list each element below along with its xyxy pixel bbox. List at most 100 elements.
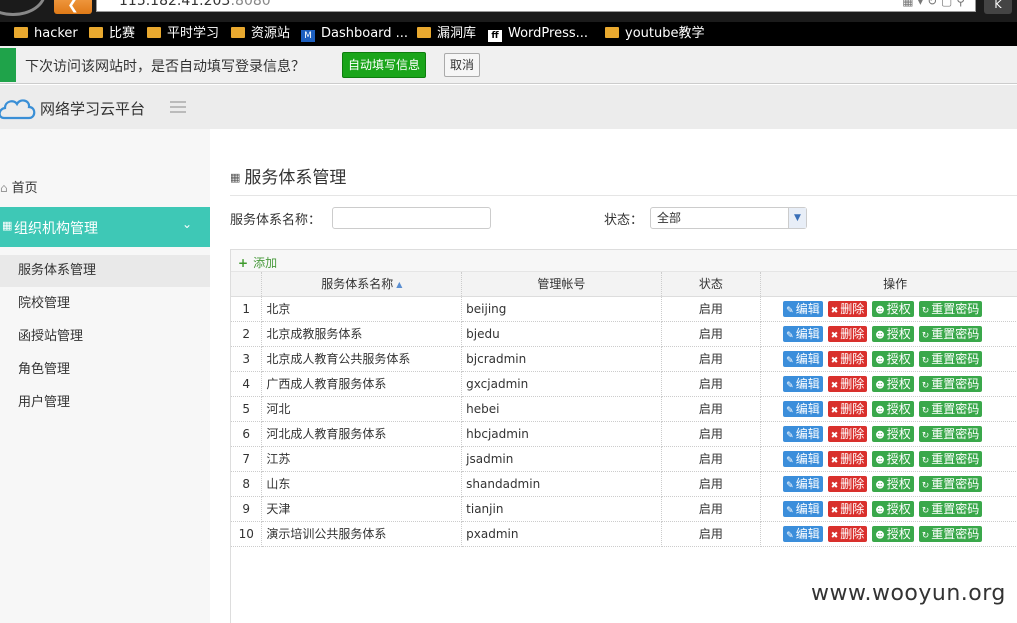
menu-toggle-icon[interactable] [170,101,186,116]
bookmark-label: 漏洞库 [437,26,477,41]
edit-button[interactable]: ✎ 编辑 [783,400,823,417]
cell-actions: ✎ 编辑 ✖ 删除 ☻ 授权 ↻ 重置密码 [760,396,1017,422]
button-label: 删除 [840,351,865,366]
cell-name: 北京 [261,296,463,322]
close-icon: ✖ [830,405,839,416]
site-favicon-icon: ff [488,30,502,42]
button-label: 重置密码 [931,426,980,441]
table-row[interactable]: 6 河北成人教育服务体系 hbcjadmin 启用 ✎ 编辑 ✖ 删除 ☻ 授权 ↻ 重置密码 [231,421,1017,447]
address-tools-icon[interactable]: ▦ ▾ ↻ ▢ ⚲ [902,0,965,8]
column-header-account[interactable]: 管理帐号 [461,272,662,297]
sidebar-item-home[interactable]: ⌂ 首页 [0,177,38,196]
edit-button[interactable]: ✎ 编辑 [783,375,823,392]
edit-button[interactable]: ✎ 编辑 [783,325,823,342]
authorize-button[interactable]: ☻ 授权 [872,450,914,467]
delete-button[interactable]: ✖ 删除 [827,500,868,517]
back-button[interactable]: ❮ [54,0,92,14]
sidebar-item-users[interactable]: 用户管理 [0,387,210,419]
pencil-icon: ✎ [786,530,794,541]
autofill-button[interactable]: 自动填写信息 [342,52,426,78]
delete-button[interactable]: ✖ 删除 [827,300,868,317]
cell-name: 北京成教服务体系 [261,321,463,347]
refresh-icon: ↻ [921,430,930,441]
reset-password-button[interactable]: ↻ 重置密码 [918,475,983,492]
table-row[interactable]: 9 天津 tianjin 启用 ✎ 编辑 ✖ 删除 ☻ 授权 ↻ 重置密码 [231,496,1017,522]
delete-button[interactable]: ✖ 删除 [827,475,868,492]
bookmark-item[interactable]: M Dashboard ... [301,26,408,42]
edit-button[interactable]: ✎ 编辑 [783,525,823,542]
address-bar[interactable]: 115.182.41.203:8080 ▦ ▾ ↻ ▢ ⚲ [96,0,976,12]
reset-password-button[interactable]: ↻ 重置密码 [918,450,983,467]
extension-icon[interactable]: K [984,0,1012,14]
cell-account: tianjin [461,496,662,522]
sidebar-item-roles[interactable]: 角色管理 [0,354,210,386]
button-label: 重置密码 [931,326,980,341]
table-row[interactable]: 10 演示培训公共服务体系 pxadmin 启用 ✎ 编辑 ✖ 删除 ☻ 授权 ↻ 重置密码 [231,521,1017,547]
filter-status-select[interactable]: 全部 ▼ [650,207,807,229]
delete-button[interactable]: ✖ 删除 [827,350,868,367]
cell-actions: ✎ 编辑 ✖ 删除 ☻ 授权 ↻ 重置密码 [760,371,1017,397]
reset-password-button[interactable]: ↻ 重置密码 [918,525,983,542]
add-button[interactable]: + 添加 [238,254,277,271]
user-icon: ☻ [875,505,885,516]
reset-password-button[interactable]: ↻ 重置密码 [918,500,983,517]
bookmark-item[interactable]: 比赛 [89,26,135,42]
delete-button[interactable]: ✖ 删除 [827,325,868,342]
cell-account: jsadmin [461,446,662,472]
filter-name-input[interactable] [332,207,491,229]
delete-button[interactable]: ✖ 删除 [827,425,868,442]
delete-button[interactable]: ✖ 删除 [827,525,868,542]
authorize-button[interactable]: ☻ 授权 [872,425,914,442]
column-header-name[interactable]: 服务体系名称 ▲ [261,272,463,297]
cancel-button[interactable]: 取消 [444,53,480,77]
bookmark-item[interactable]: ff WordPress... [488,26,588,42]
reset-password-button[interactable]: ↻ 重置密码 [918,425,983,442]
service-system-table: 服务体系名称 ▲ 管理帐号 状态 操作 1 北京 beijing 启用 ✎ 编辑 ✖ 删除 ☻ 授权… [231,272,1017,547]
table-row[interactable]: 3 北京成人教育公共服务体系 bjcradmin 启用 ✎ 编辑 ✖ 删除 ☻ 授权 ↻ 重置密码 [231,346,1017,372]
authorize-button[interactable]: ☻ 授权 [872,475,914,492]
sidebar-item-stations[interactable]: 函授站管理 [0,321,210,353]
bookmark-item[interactable]: 漏洞库 [417,26,476,42]
reset-password-button[interactable]: ↻ 重置密码 [918,300,983,317]
edit-button[interactable]: ✎ 编辑 [783,425,823,442]
edit-button[interactable]: ✎ 编辑 [783,450,823,467]
sidebar-item-colleges[interactable]: 院校管理 [0,288,210,320]
user-icon: ☻ [875,405,885,416]
button-label: 授权 [886,526,911,541]
reset-password-button[interactable]: ↻ 重置密码 [918,375,983,392]
edit-button[interactable]: ✎ 编辑 [783,350,823,367]
authorize-button[interactable]: ☻ 授权 [872,500,914,517]
close-icon: ✖ [830,480,839,491]
column-header-status[interactable]: 状态 [661,272,762,297]
edit-button[interactable]: ✎ 编辑 [783,500,823,517]
table-row[interactable]: 5 河北 hebei 启用 ✎ 编辑 ✖ 删除 ☻ 授权 ↻ 重置密码 [231,396,1017,422]
reset-password-button[interactable]: ↻ 重置密码 [918,350,983,367]
table-row[interactable]: 1 北京 beijing 启用 ✎ 编辑 ✖ 删除 ☻ 授权 ↻ 重置密码 [231,296,1017,322]
authorize-button[interactable]: ☻ 授权 [872,300,914,317]
refresh-icon: ↻ [921,305,930,316]
pencil-icon: ✎ [786,355,794,366]
sidebar-item-service-system[interactable]: 服务体系管理 [0,255,210,287]
sidebar-group-org[interactable]: ▦ 组织机构管理 ⌄ [0,207,210,247]
delete-button[interactable]: ✖ 删除 [827,375,868,392]
authorize-button[interactable]: ☻ 授权 [872,525,914,542]
reset-password-button[interactable]: ↻ 重置密码 [918,400,983,417]
table-row[interactable]: 7 江苏 jsadmin 启用 ✎ 编辑 ✖ 删除 ☻ 授权 ↻ 重置密码 [231,446,1017,472]
edit-button[interactable]: ✎ 编辑 [783,475,823,492]
authorize-button[interactable]: ☻ 授权 [872,375,914,392]
bookmark-item[interactable]: 平时学习 [147,26,219,42]
table-row[interactable]: 4 广西成人教育服务体系 gxcjadmin 启用 ✎ 编辑 ✖ 删除 ☻ 授权 ↻ 重置密码 [231,371,1017,397]
authorize-button[interactable]: ☻ 授权 [872,400,914,417]
delete-button[interactable]: ✖ 删除 [827,450,868,467]
reset-password-button[interactable]: ↻ 重置密码 [918,325,983,342]
authorize-button[interactable]: ☻ 授权 [872,350,914,367]
delete-button[interactable]: ✖ 删除 [827,400,868,417]
table-row[interactable]: 2 北京成教服务体系 bjedu 启用 ✎ 编辑 ✖ 删除 ☻ 授权 ↻ 重置密码 [231,321,1017,347]
authorize-button[interactable]: ☻ 授权 [872,325,914,342]
bookmark-item[interactable]: youtube教学 [605,26,704,42]
refresh-icon: ↻ [921,405,930,416]
bookmark-item[interactable]: hacker [14,26,78,42]
table-row[interactable]: 8 山东 shandadmin 启用 ✎ 编辑 ✖ 删除 ☻ 授权 ↻ 重置密码 [231,471,1017,497]
bookmark-item[interactable]: 资源站 [231,26,290,42]
edit-button[interactable]: ✎ 编辑 [783,300,823,317]
